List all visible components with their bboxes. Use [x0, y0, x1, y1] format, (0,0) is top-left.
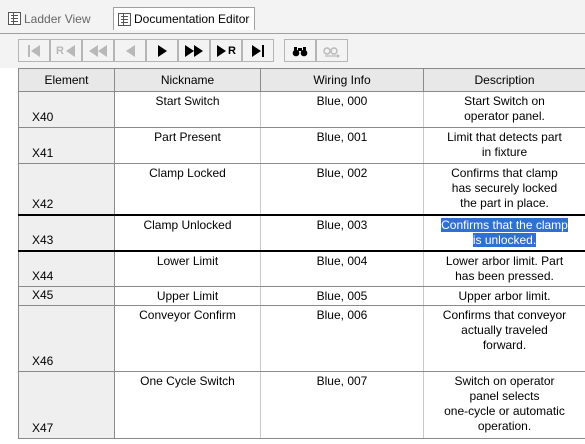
- table-row[interactable]: X45 Upper Limit Blue, 005 Upper arbor li…: [18, 286, 585, 306]
- binoculars-icon: [292, 46, 308, 56]
- description-line: actually traveled: [461, 323, 548, 337]
- wiring-cell[interactable]: Blue, 006: [260, 305, 424, 372]
- description-cell[interactable]: Upper arbor limit.: [423, 286, 585, 306]
- step-back-icon: [126, 44, 135, 57]
- table-row[interactable]: X44 Lower Limit Blue, 004 Lower arbor li…: [18, 250, 585, 287]
- wiring-cell[interactable]: Blue, 004: [260, 250, 424, 287]
- description-line: one-cycle or automatic: [444, 404, 565, 418]
- selected-text[interactable]: is unlocked.: [472, 232, 537, 247]
- header-element[interactable]: Element: [18, 68, 115, 92]
- nickname-cell[interactable]: Part Present: [114, 127, 261, 164]
- description-line: operator panel.: [464, 109, 545, 123]
- find-next-button[interactable]: [316, 39, 348, 62]
- nickname-cell[interactable]: Lower Limit: [114, 250, 261, 287]
- description-cell[interactable]: Switch on operator panel selects one-cyc…: [423, 371, 585, 439]
- wiring-cell[interactable]: Blue, 000: [260, 91, 424, 128]
- tab-label: Documentation Editor: [134, 12, 250, 26]
- element-cell[interactable]: X43: [18, 213, 115, 252]
- tab-ladder-view[interactable]: Ladder View: [4, 8, 96, 29]
- header-nickname[interactable]: Nickname: [114, 68, 261, 92]
- rung-next-icon: [217, 44, 227, 57]
- fast-forward-icon: [185, 44, 203, 57]
- table-row[interactable]: X46 Conveyor Confirm Blue, 006 Confirms …: [18, 305, 585, 372]
- table-row[interactable]: X42 Clamp Locked Blue, 002 Confirms that…: [18, 163, 585, 215]
- element-cell[interactable]: X41: [18, 127, 115, 164]
- description-cell-editing[interactable]: Confirms that the clamp is unlocked.: [423, 213, 585, 252]
- table-row[interactable]: X41 Part Present Blue, 001 Limit that de…: [18, 127, 585, 164]
- description-cell[interactable]: Start Switch on operator panel.: [423, 91, 585, 128]
- nickname-cell[interactable]: One Cycle Switch: [114, 371, 261, 439]
- description-line: panel selects: [469, 389, 540, 403]
- rung-prev-icon: [65, 44, 75, 57]
- description-line: in fixture: [481, 145, 528, 159]
- description-line: the part in place.: [460, 196, 549, 210]
- nickname-cell[interactable]: Clamp Unlocked: [114, 213, 261, 252]
- forward-button[interactable]: [146, 39, 178, 62]
- last-button[interactable]: [242, 39, 274, 62]
- description-cell[interactable]: Confirms that clamp has securely locked …: [423, 163, 585, 215]
- ladder-icon: [118, 12, 131, 26]
- fast-back-button[interactable]: [82, 39, 114, 62]
- description-line: has been pressed.: [455, 268, 554, 283]
- skip-to-start-icon: [28, 44, 40, 57]
- element-cell[interactable]: X46: [18, 305, 115, 372]
- tab-bar: Ladder View Documentation Editor: [0, 0, 585, 34]
- tab-documentation-editor[interactable]: Documentation Editor: [113, 7, 256, 30]
- binoculars-next-icon: [323, 46, 340, 58]
- element-cell[interactable]: X40: [18, 91, 115, 128]
- wiring-cell[interactable]: Blue, 003: [260, 213, 424, 252]
- table-row[interactable]: X47 One Cycle Switch Blue, 007 Switch on…: [18, 371, 585, 439]
- ladder-icon: [8, 12, 21, 25]
- description-line: has securely locked: [451, 181, 558, 195]
- selected-text[interactable]: Confirms that the clamp: [441, 217, 568, 232]
- description-line: Confirms that clamp: [451, 166, 558, 180]
- nickname-cell[interactable]: Conveyor Confirm: [114, 305, 261, 372]
- rung-label: R: [228, 44, 236, 57]
- wiring-cell[interactable]: Blue, 001: [260, 127, 424, 164]
- find-button[interactable]: [284, 39, 316, 62]
- header-wiring-info[interactable]: Wiring Info: [260, 68, 424, 92]
- description-line: forward.: [482, 338, 527, 352]
- description-cell[interactable]: Lower arbor limit. Part has been pressed…: [423, 250, 585, 287]
- play-icon: [158, 44, 167, 57]
- rung-label: R: [56, 44, 64, 57]
- toolbar: R R: [0, 34, 585, 68]
- nickname-cell[interactable]: Clamp Locked: [114, 163, 261, 215]
- nickname-cell[interactable]: Upper Limit: [114, 286, 261, 306]
- wiring-cell[interactable]: Blue, 005: [260, 286, 424, 306]
- back-button[interactable]: [114, 39, 146, 62]
- description-line: Upper arbor limit.: [458, 289, 551, 303]
- table-row[interactable]: X40 Start Switch Blue, 000 Start Switch …: [18, 91, 585, 128]
- description-line: operation.: [477, 419, 532, 433]
- wiring-cell[interactable]: Blue, 007: [260, 371, 424, 439]
- element-cell[interactable]: X44: [18, 250, 115, 287]
- documentation-grid: Element Nickname Wiring Info Description…: [18, 68, 585, 444]
- header-description[interactable]: Description: [423, 68, 585, 92]
- wiring-cell[interactable]: Blue, 002: [260, 163, 424, 215]
- description-line: Switch on operator: [454, 374, 555, 388]
- description-line: Lower arbor limit. Part: [445, 253, 564, 268]
- first-button[interactable]: [18, 39, 50, 62]
- description-line: Confirms that conveyor: [442, 308, 567, 322]
- description-cell[interactable]: Confirms that conveyor actually traveled…: [423, 305, 585, 372]
- element-cell[interactable]: X47: [18, 371, 115, 439]
- skip-to-end-icon: [252, 44, 264, 57]
- description-line: Start Switch on: [464, 94, 545, 108]
- description-line: Limit that detects part: [447, 130, 562, 144]
- fast-rewind-icon: [89, 44, 107, 57]
- element-cell[interactable]: X42: [18, 163, 115, 215]
- table-row-selected[interactable]: X43 Clamp Unlocked Blue, 003 Confirms th…: [18, 213, 585, 252]
- description-cell[interactable]: Limit that detects part in fixture: [423, 127, 585, 164]
- nickname-cell[interactable]: Start Switch: [114, 91, 261, 128]
- element-cell[interactable]: X45: [18, 286, 115, 306]
- header-row: Element Nickname Wiring Info Description: [18, 68, 585, 92]
- next-rung-button[interactable]: R: [210, 39, 242, 62]
- prev-rung-button[interactable]: R: [50, 39, 82, 62]
- fast-forward-button[interactable]: [178, 39, 210, 62]
- tab-label: Ladder View: [24, 11, 91, 26]
